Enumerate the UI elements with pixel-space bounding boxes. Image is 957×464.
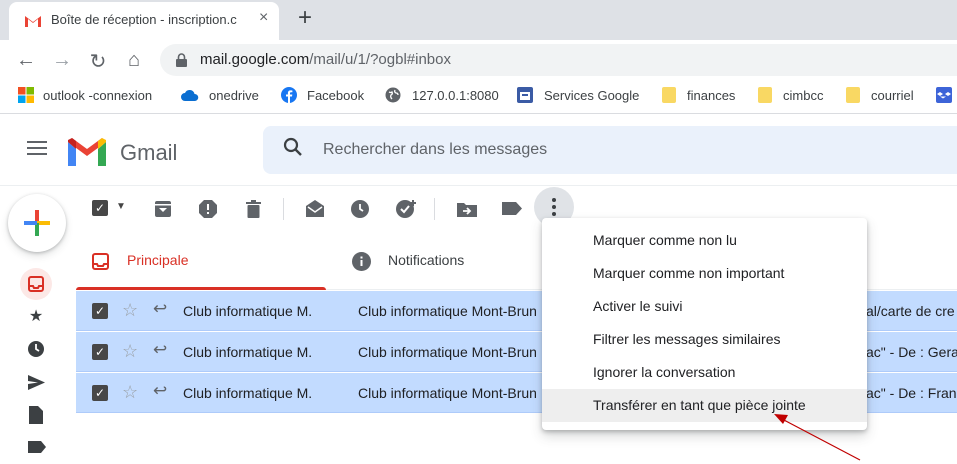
snoozed-clock-icon[interactable] [28,341,44,357]
inbox-icon [92,253,109,270]
more-vert-icon [552,198,556,216]
report-spam-icon[interactable] [199,200,217,218]
forward-icon[interactable]: → [50,49,74,72]
plus-icon [24,210,50,236]
chevron-down-icon[interactable]: ▼ [116,201,126,212]
drafts-icon[interactable] [29,406,43,424]
facebook-icon [281,87,297,103]
row-checkbox[interactable]: ✓ [92,303,108,319]
row-subject: Club informatique Mont-Brun [358,344,537,360]
bookmark-courriel[interactable]: courriel [871,88,914,103]
annotation-arrow-icon [774,414,861,461]
row-snippet: ac" - De : Franc [866,385,957,401]
row-checkbox[interactable]: ✓ [92,385,108,401]
gmail-header: Gmail Rechercher dans les messages [0,114,957,186]
reply-icon: ↩ [153,299,168,318]
url-text: mail.google.com/mail/u/1/?ogbl#inbox [200,51,451,68]
info-icon [352,252,371,271]
reply-icon: ↩ [153,381,168,400]
row-subject: Club informatique Mont-Brun [358,303,537,319]
row-sender: Club informatique M. [183,385,313,401]
tab-primary[interactable]: Principale [76,232,326,290]
tab-primary-label: Principale [127,252,189,268]
label-icon[interactable] [28,441,46,453]
snooze-icon[interactable] [351,200,369,218]
menu-item-mute-conversation[interactable]: Ignorer la conversation [542,356,867,389]
home-icon[interactable]: ⌂ [122,49,146,72]
star-icon[interactable]: ☆ [122,382,138,403]
star-icon[interactable]: ☆ [122,300,138,321]
row-sender: Club informatique M. [183,303,313,319]
bookmark-finances[interactable]: finances [687,88,735,103]
row-checkbox[interactable]: ✓ [92,344,108,360]
calendar-icon [517,87,533,103]
select-all-checkbox[interactable]: ✓ [92,200,108,216]
bookmark-services-google[interactable]: Services Google [544,88,639,103]
folder-icon [758,87,772,103]
toolbar-divider [283,198,284,220]
dropbox-icon [936,87,952,103]
row-snippet: ac" - De : Geral [866,344,957,360]
inbox-nav-item[interactable] [20,268,52,300]
row-subject: Club informatique Mont-Brun [358,385,537,401]
starred-icon[interactable]: ★ [25,306,47,328]
bookmark-facebook[interactable]: Facebook [307,88,364,103]
mark-as-read-icon[interactable] [305,199,325,218]
bookmark-cimbcc[interactable]: cimbcc [783,88,823,103]
star-icon[interactable]: ☆ [122,341,138,362]
gmail-favicon-icon [25,16,41,27]
menu-item-follow-up[interactable]: Activer le suivi [542,290,867,323]
globe-icon [385,87,401,103]
archive-icon[interactable] [154,200,172,218]
tab-close-icon[interactable]: × [259,9,268,27]
browser-tab-strip: Boîte de réception - inscription.c × + [0,0,957,40]
reload-icon[interactable]: ↻ [86,49,110,74]
lock-icon [176,53,187,67]
trash-icon[interactable] [246,200,261,218]
gmail-logo-icon[interactable] [68,138,106,166]
folder-icon [662,87,676,103]
bookmarks-bar: outlook -connexion onedrive Facebook 127… [0,80,957,114]
tab-title: Boîte de réception - inscription.c [51,12,237,27]
tab-notifications-label: Notifications [388,252,465,268]
sent-icon[interactable] [28,375,45,390]
compose-button[interactable] [8,194,66,252]
row-sender: Club informatique M. [183,344,313,360]
back-icon[interactable]: ← [14,49,38,72]
browser-toolbar: ← → ↻ ⌂ mail.google.com/mail/u/1/?ogbl#i… [0,40,957,80]
label-as-icon[interactable] [502,202,522,215]
menu-item-filter-similar[interactable]: Filtrer les messages similaires [542,323,867,356]
more-options-menu: Marquer comme non lu Marquer comme non i… [542,218,867,430]
search-placeholder: Rechercher dans les messages [323,141,548,158]
gmail-brand-text: Gmail [120,140,178,165]
search-icon[interactable] [283,137,303,157]
add-to-tasks-icon[interactable] [396,199,418,219]
address-bar[interactable]: mail.google.com/mail/u/1/?ogbl#inbox [160,44,957,76]
bookmark-outlook[interactable]: outlook -connexion [43,88,152,103]
tab-notifications[interactable]: Notifications [326,232,576,290]
folder-icon [846,87,860,103]
active-tab-indicator [76,287,326,290]
inbox-icon [28,276,44,292]
menu-item-mark-not-important[interactable]: Marquer comme non important [542,257,867,290]
menu-item-mark-unread[interactable]: Marquer comme non lu [542,224,867,257]
browser-tab[interactable]: Boîte de réception - inscription.c × [9,2,279,40]
search-input[interactable]: Rechercher dans les messages [263,126,957,174]
main-menu-icon[interactable] [27,141,47,159]
bookmark-localhost[interactable]: 127.0.0.1:8080 [412,88,499,103]
reply-icon: ↩ [153,340,168,359]
row-snippet: al/carte de cre [866,303,955,319]
move-to-icon[interactable] [457,201,477,217]
windows-icon [18,87,34,103]
toolbar-divider [434,198,435,220]
new-tab-button[interactable]: + [298,4,312,32]
cloud-icon [181,89,199,101]
bookmark-onedrive[interactable]: onedrive [209,88,259,103]
